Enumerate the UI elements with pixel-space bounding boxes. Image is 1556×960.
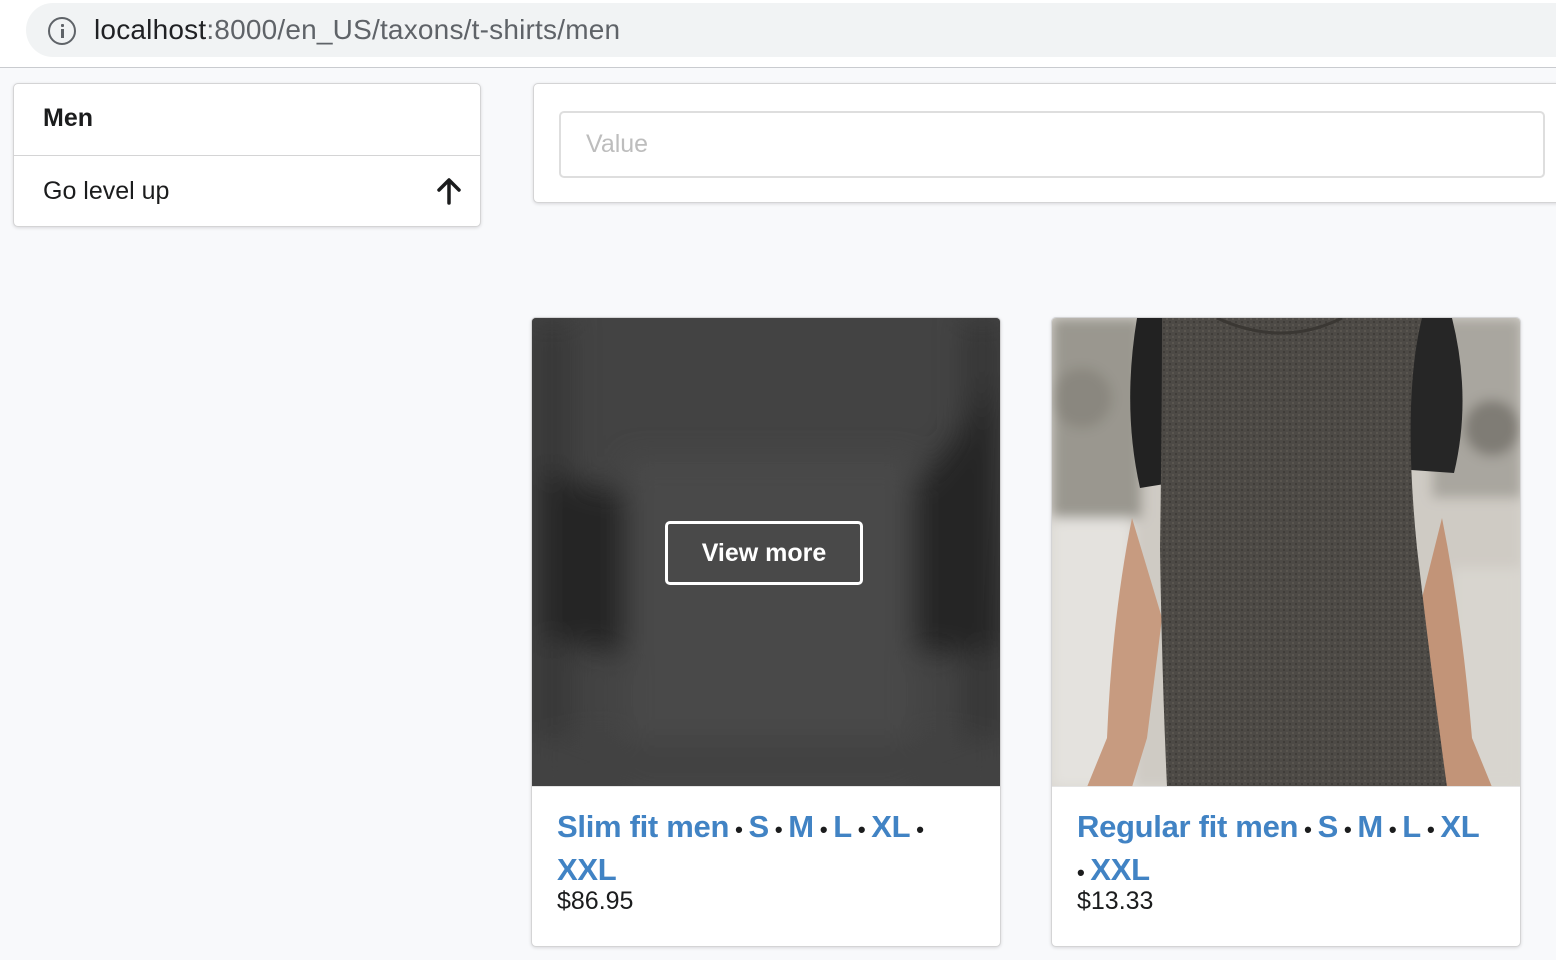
browser-toolbar: localhost:8000/en_US/taxons/t-shirts/men <box>0 0 1556 68</box>
product-card[interactable]: View more Slim fit men • S • M • L • XL • XXL $86.… <box>531 317 1001 947</box>
go-level-up-label: Go level up <box>43 177 170 205</box>
variant-link-s[interactable]: S <box>1318 809 1339 844</box>
product-price: $13.33 <box>1077 887 1154 915</box>
variant-link-xxl[interactable]: XXL <box>1090 852 1150 887</box>
view-more-button[interactable]: View more <box>665 521 863 585</box>
product-card[interactable]: Regular fit men • S • M • L • XL • XXL $13.33 <box>1051 317 1521 947</box>
url-path: :8000/en_US/taxons/t-shirts/men <box>206 14 621 45</box>
taxon-menu-header: Men <box>14 84 480 156</box>
site-info-icon[interactable] <box>48 17 76 45</box>
product-price: $86.95 <box>557 887 634 915</box>
product-details: Slim fit men • S • M • L • XL • XXL $86.95 <box>532 787 1000 946</box>
product-photo <box>1052 318 1520 786</box>
product-title[interactable]: Regular fit men • S • M • L • XL • XXL <box>1077 807 1517 893</box>
go-level-up-link[interactable]: Go level up <box>14 156 480 228</box>
url-text[interactable]: localhost:8000/en_US/taxons/t-shirts/men <box>94 13 620 47</box>
variant-link-m[interactable]: M <box>788 809 814 844</box>
product-image[interactable] <box>1052 318 1520 787</box>
product-name-link[interactable]: Regular fit men <box>1077 809 1298 844</box>
product-image[interactable]: View more <box>532 318 1000 787</box>
product-title[interactable]: Slim fit men • S • M • L • XL • XXL <box>557 807 997 890</box>
taxon-menu: Men Go level up <box>13 83 481 227</box>
search-input[interactable] <box>559 111 1545 178</box>
taxon-title: Men <box>43 104 93 132</box>
url-host: localhost <box>94 14 207 45</box>
variant-link-xl[interactable]: XL <box>1440 809 1479 844</box>
variant-link-xxl[interactable]: XXL <box>557 852 617 887</box>
variant-link-l[interactable]: L <box>1402 809 1421 844</box>
filter-panel <box>533 83 1556 203</box>
variant-link-l[interactable]: L <box>833 809 852 844</box>
product-name-link[interactable]: Slim fit men <box>557 809 729 844</box>
variant-link-xl[interactable]: XL <box>871 809 910 844</box>
variant-link-s[interactable]: S <box>749 809 770 844</box>
arrow-up-icon <box>437 178 461 205</box>
product-details: Regular fit men • S • M • L • XL • XXL $13.33 <box>1052 787 1520 946</box>
variant-link-m[interactable]: M <box>1357 809 1383 844</box>
